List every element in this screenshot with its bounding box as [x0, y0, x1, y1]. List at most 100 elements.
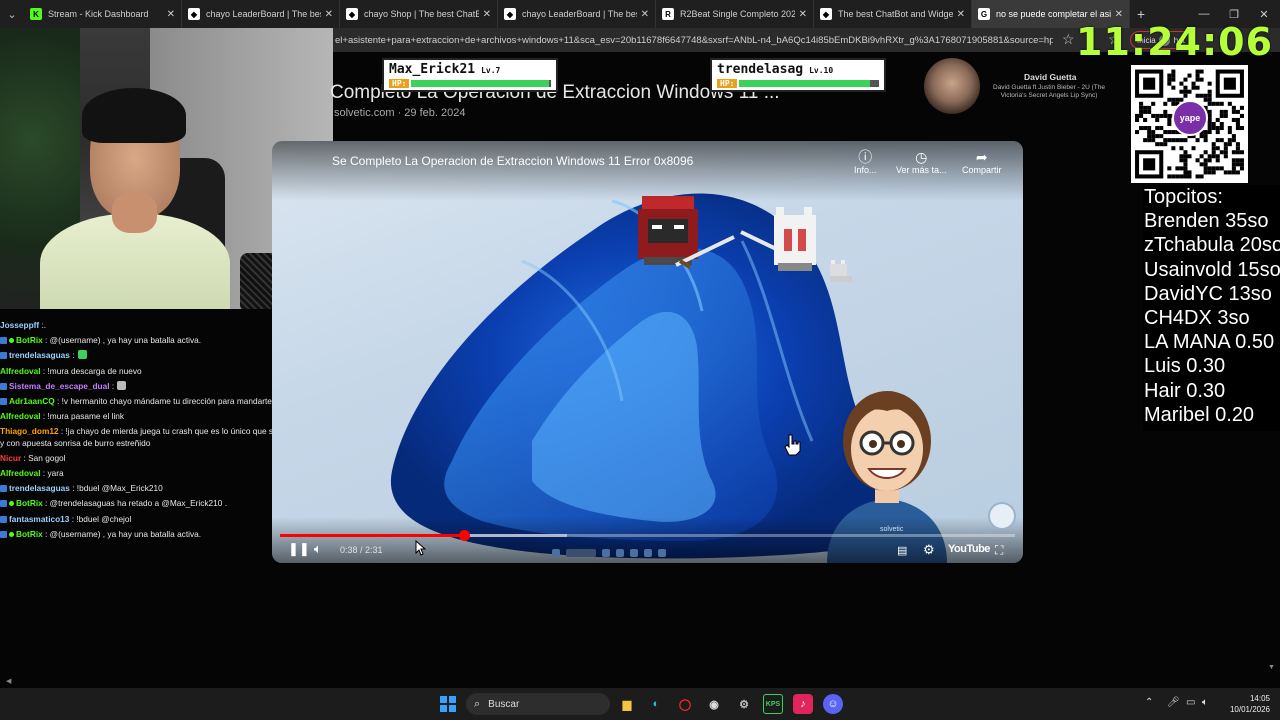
edge-browser-icon[interactable]: ◐ — [646, 694, 666, 714]
webcam-person-hand — [112, 193, 157, 233]
browser-tab[interactable]: ◆ chayo LeaderBoard | The best Cha ✕ — [182, 0, 340, 28]
tab-close-icon[interactable]: ✕ — [1115, 9, 1123, 20]
tab-label: chayo LeaderBoard | The best Cha — [206, 9, 321, 19]
info-button[interactable]: ⓘ Info... — [854, 149, 877, 175]
chat-message: Thiago_dom12 : !ja chayo de mierda juega… — [0, 424, 316, 451]
page-horizontal-scrollbar[interactable]: ◀ ▼ — [0, 664, 1280, 686]
tab-close-icon[interactable]: ✕ — [799, 9, 807, 20]
scroll-down-arrow-icon[interactable]: ▼ — [1268, 664, 1275, 671]
settings-icon[interactable]: ⚙ — [734, 694, 754, 714]
mini-icon — [658, 549, 666, 557]
tab-label: Stream - Kick Dashboard — [48, 9, 149, 19]
taskbar-clock[interactable]: 14:05 10/01/2026 — [1218, 693, 1270, 715]
chat-username[interactable]: trendelasaguas — [9, 350, 70, 360]
chat-username[interactable]: BotRix — [16, 529, 43, 539]
tab-search-chevron-icon[interactable]: ⌄ — [0, 0, 24, 28]
chat-username[interactable]: Thiago_dom12 — [0, 426, 59, 436]
watch-later-button[interactable]: ◷ Ver más ta... — [896, 149, 947, 175]
youtube-logo[interactable]: YouTube — [948, 543, 990, 555]
tray-chevron-icon[interactable]: ⌃ — [1145, 697, 1153, 708]
chat-username[interactable]: BotRix — [16, 335, 43, 345]
file-explorer-icon[interactable]: ▆ — [617, 694, 637, 714]
tab-close-icon[interactable]: ✕ — [483, 9, 491, 20]
browser-tab[interactable]: K Stream - Kick Dashboard ✕ — [24, 0, 182, 28]
discord-icon[interactable]: ☺ — [823, 694, 843, 714]
top-donor-entry: zTchabula 20so — [1144, 234, 1280, 257]
tab-close-icon[interactable]: ✕ — [167, 9, 175, 20]
browser-tab[interactable]: ◆ chayo Shop | The best ChatBot an ✕ — [340, 0, 498, 28]
chat-username[interactable]: Alfredoval — [0, 411, 41, 421]
microphone-icon[interactable]: 🎤︎ — [1167, 697, 1180, 708]
chat-text: : !bduel @chejol — [71, 513, 132, 524]
kps-app-icon[interactable]: KPS — [763, 694, 783, 714]
yape-logo: yape — [1172, 100, 1208, 136]
tab-close-icon[interactable]: ✕ — [325, 9, 333, 20]
tab-close-icon[interactable]: ✕ — [957, 9, 965, 20]
subtitles-icon[interactable]: ▤ — [897, 544, 907, 557]
tab-favicon-icon: ◆ — [820, 8, 832, 20]
pause-icon[interactable]: ❚❚ — [288, 541, 310, 557]
chat-username[interactable]: Sistema_de_escape_dual — [9, 381, 110, 391]
mini-icon — [552, 549, 560, 557]
chat-badge-icon — [0, 398, 7, 406]
video-progress-bar[interactable] — [280, 530, 1015, 541]
tab-label: chayo Shop | The best ChatBot an — [364, 9, 479, 19]
tab-label: The best ChatBot and Widgets fo — [838, 9, 953, 19]
pixel-small-cat — [830, 260, 852, 282]
share-button[interactable]: ➦ Compartir — [962, 149, 1002, 175]
video-scrubber-handle[interactable] — [458, 530, 470, 541]
volume-tray-icon[interactable]: 🔈︎ — [1202, 697, 1208, 708]
url-text[interactable]: el+asistente+para+extraccion+de+archivos… — [333, 35, 1053, 46]
bot-status-dot-icon — [9, 531, 14, 537]
tiktok-icon[interactable]: ♪ — [793, 694, 813, 714]
webcam-person-hair — [82, 88, 186, 143]
mini-icon — [644, 549, 652, 557]
chat-message: Sistema_de_escape_dual : — [0, 379, 316, 394]
player-name: Max_Erick21 — [389, 62, 476, 77]
obs-icon[interactable]: ◉ — [704, 694, 724, 714]
chat-message: Alfredoval : yara — [0, 466, 316, 481]
browser-tab[interactable]: ◆ chayo LeaderBoard | The best Cha ✕ — [498, 0, 656, 28]
chat-text: : @trendelasaguas ha retado a @Max_Erick… — [45, 498, 228, 509]
bookmark-star-icon[interactable]: ☆ — [1062, 31, 1075, 48]
volume-icon[interactable]: 🔈︎ — [314, 541, 322, 557]
chat-username[interactable]: Nicur — [0, 453, 21, 463]
browser-tab[interactable]: R R2Beat Single Completo 2023 - Ju ✕ — [656, 0, 814, 28]
chat-username[interactable]: fantasmatico13 — [9, 514, 69, 524]
scroll-left-arrow-icon[interactable]: ◀ — [6, 677, 11, 685]
chat-emote-icon — [77, 350, 87, 360]
bot-status-dot-icon — [9, 338, 14, 344]
pixel-sword-left — [675, 235, 735, 269]
chat-username[interactable]: Alfredoval — [0, 366, 41, 376]
windows-start-icon[interactable] — [438, 694, 458, 714]
settings-gear-icon[interactable]: ⚙ — [923, 542, 935, 558]
taskbar-search[interactable]: ⌕ Buscar — [466, 693, 610, 715]
opera-gx-icon[interactable]: ◯ — [675, 694, 695, 714]
fullscreen-icon[interactable]: ⛶ — [995, 543, 1003, 558]
chat-username[interactable]: BotRix — [16, 498, 43, 508]
chat-text: : !mura descarga de nuevo — [42, 365, 142, 376]
top-donor-entry: Usainvold 15so — [1144, 258, 1280, 281]
tab-favicon-icon: ◆ — [504, 8, 516, 20]
chat-text: : — [72, 350, 75, 361]
chat-username[interactable]: Josseppff — [0, 320, 39, 330]
now-playing-track: David Guetta ft Justin Bieber - 2U (The … — [993, 84, 1105, 99]
browser-tab[interactable]: ◆ The best ChatBot and Widgets fo ✕ — [814, 0, 972, 28]
chat-text: :. — [41, 320, 47, 330]
video-title[interactable]: Se Completo La Operacion de Extraccion W… — [332, 154, 693, 168]
tab-favicon-icon: R — [662, 8, 674, 20]
player-hp-card-1: Max_Erick21 Lv.7 HP: — [382, 58, 559, 92]
video-player[interactable]: Se Completo La Operacion de Extraccion W… — [272, 141, 1023, 563]
chat-username[interactable]: Adr1aanCQ — [9, 396, 55, 406]
chat-username[interactable]: trendelasaguas — [9, 483, 70, 493]
network-icon[interactable]: ▭ — [1186, 697, 1195, 708]
tab-close-icon[interactable]: ✕ — [641, 9, 649, 20]
top-donor-entry: Luis 0.30 — [1144, 355, 1226, 378]
top-donor-entry: Hair 0.30 — [1144, 379, 1226, 402]
hp-fill — [739, 80, 870, 87]
chat-username[interactable]: Alfredoval — [0, 468, 41, 478]
mini-search — [566, 549, 596, 557]
chat-text: : !bduel @Max_Erick210 — [72, 483, 163, 494]
now-playing-artist: David Guetta — [1024, 72, 1077, 82]
top-donors-heading: Topcitos: — [1144, 186, 1223, 208]
